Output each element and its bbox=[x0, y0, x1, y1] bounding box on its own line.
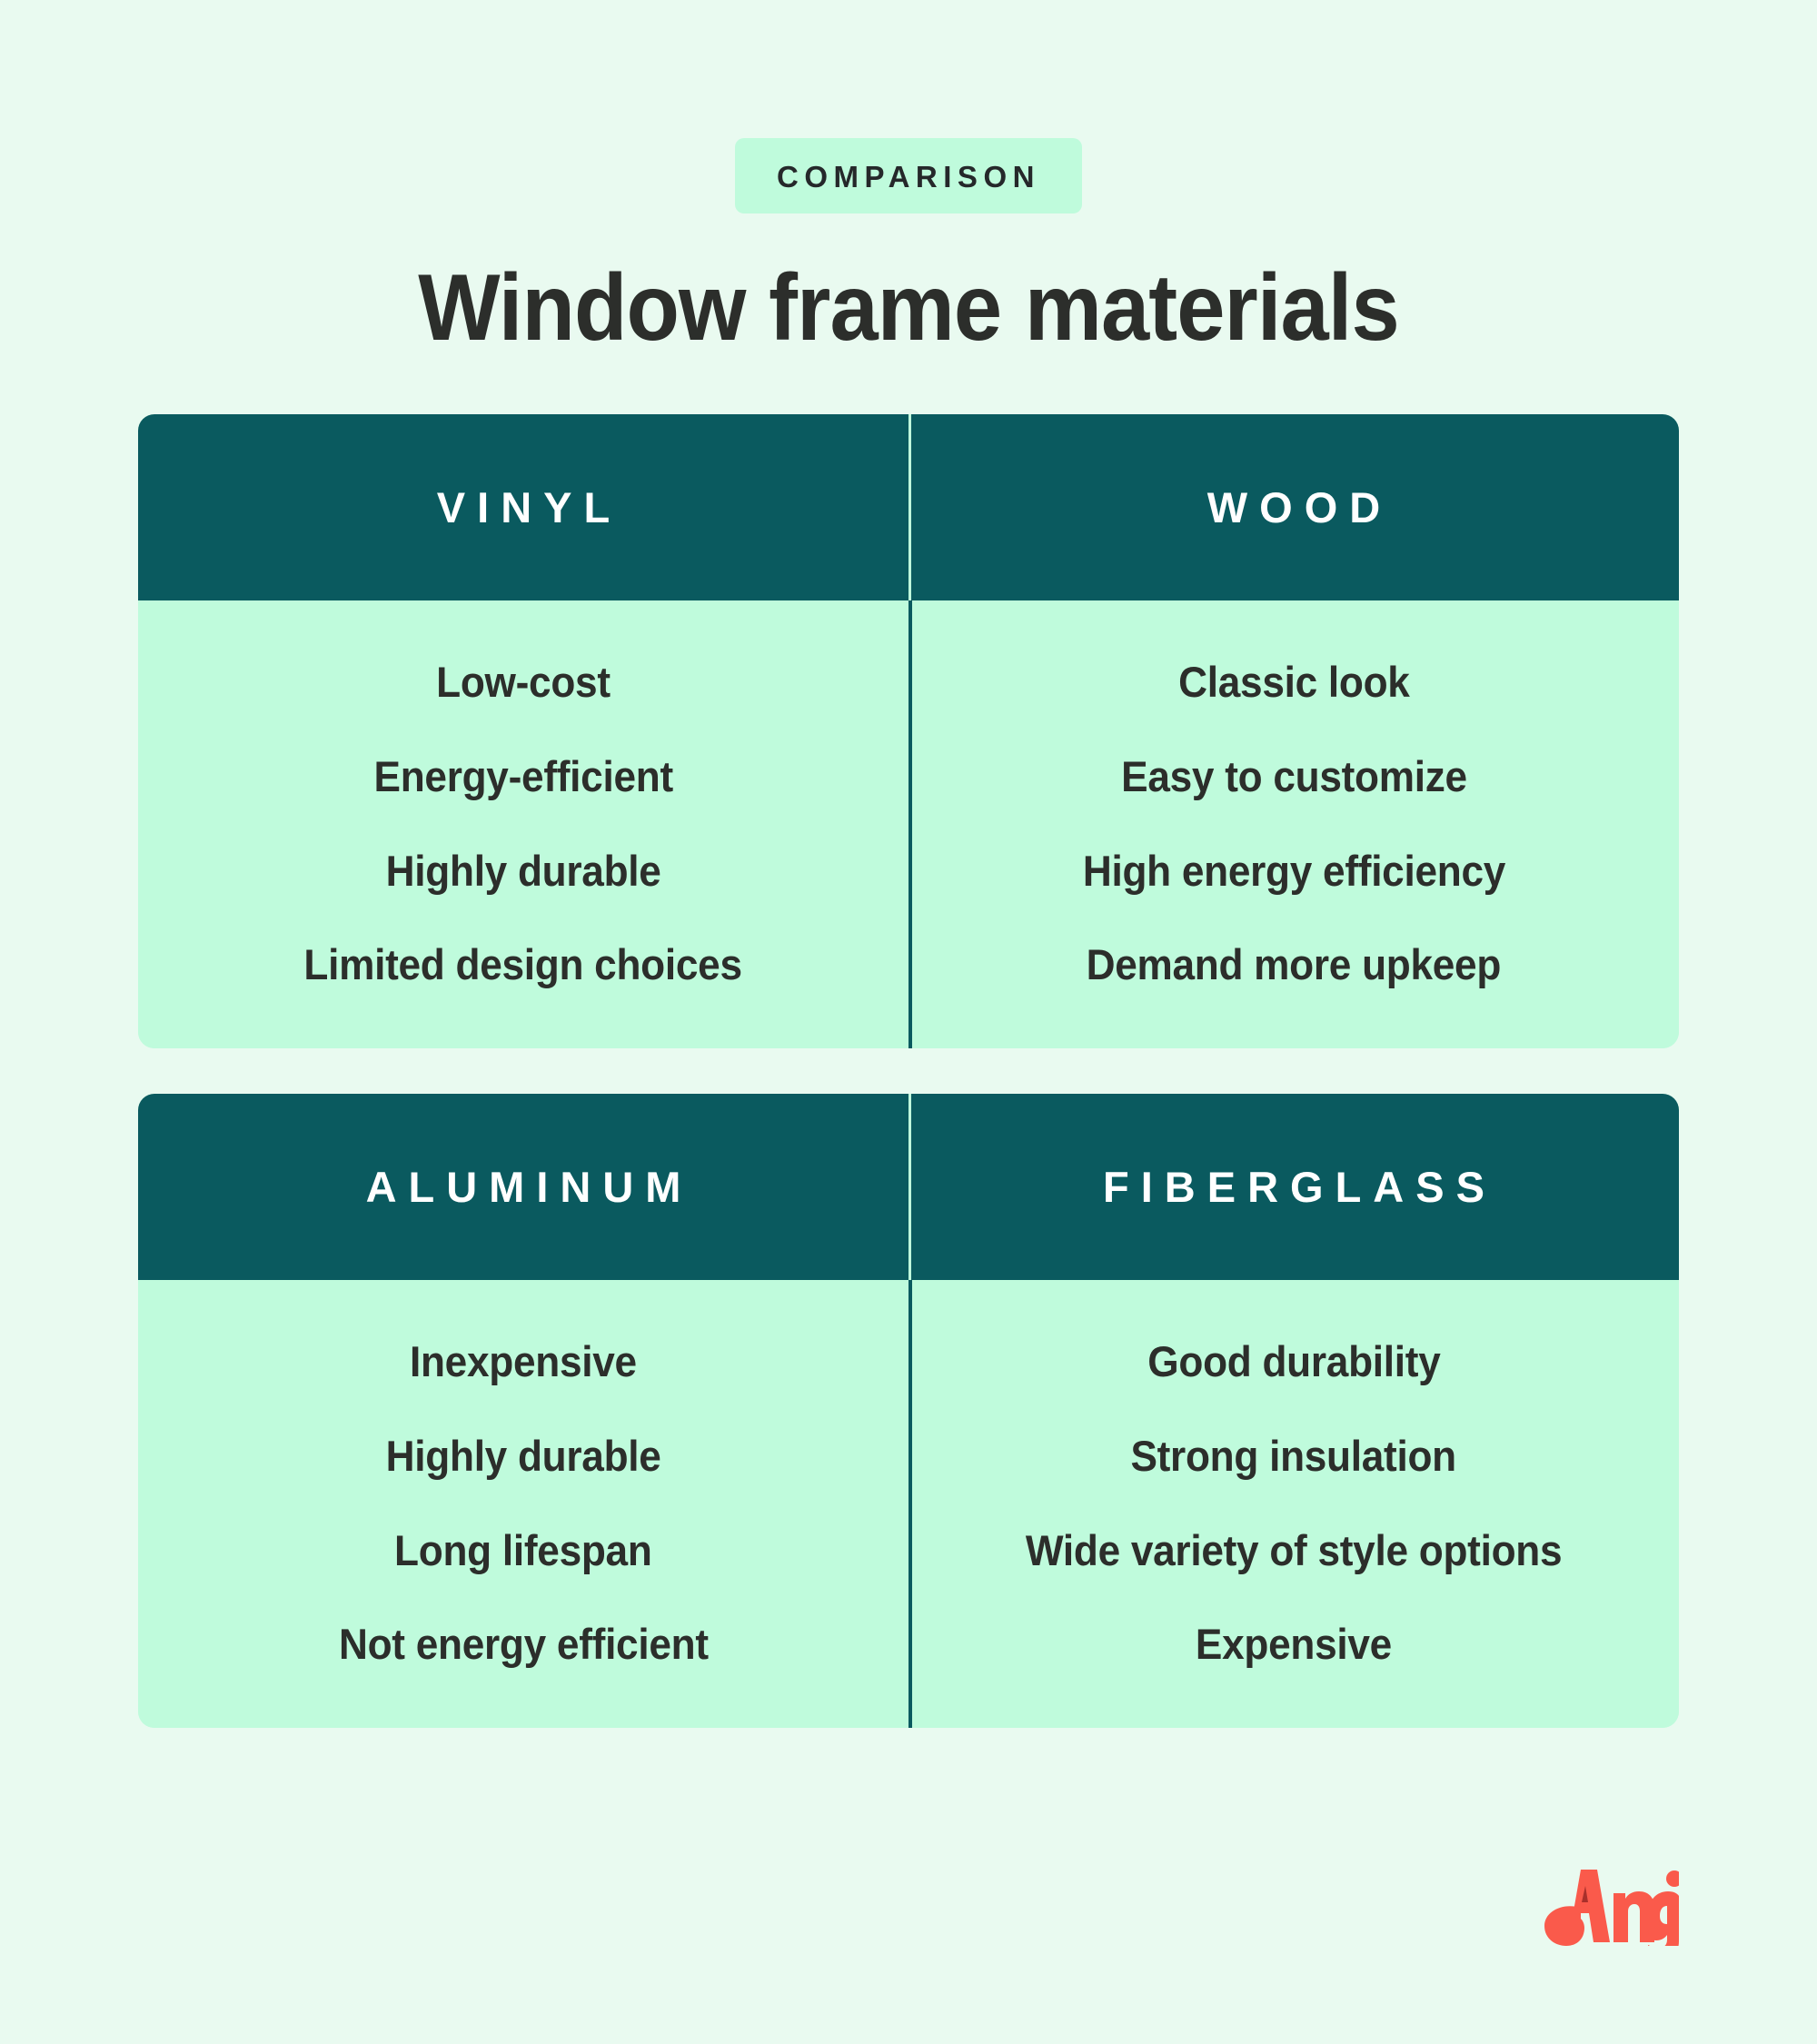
feature-item: Easy to customize bbox=[1120, 752, 1467, 800]
feature-item: Wide variety of style options bbox=[1025, 1525, 1563, 1574]
header-section: COMPARISON Window frame materials bbox=[0, 0, 1817, 358]
comparison-badge: COMPARISON bbox=[735, 138, 1082, 213]
feature-item: Good durability bbox=[1147, 1337, 1441, 1386]
feature-item: Highly durable bbox=[385, 1432, 661, 1480]
card-body-row: Low-cost Energy-efficient Highly durable… bbox=[138, 600, 1679, 1049]
feature-item: High energy efficiency bbox=[1082, 846, 1505, 895]
feature-item: Inexpensive bbox=[410, 1337, 637, 1386]
comparison-card: VINYL WOOD Low-cost Energy-efficient Hig… bbox=[138, 414, 1679, 1049]
angi-logo bbox=[1541, 1866, 1679, 1946]
column-features-wood: Classic look Easy to customize High ener… bbox=[908, 600, 1679, 1049]
column-title: FIBERGLASS bbox=[1103, 1163, 1496, 1212]
feature-item: Not energy efficient bbox=[338, 1620, 709, 1669]
card-header-row: VINYL WOOD bbox=[138, 414, 1679, 601]
infographic-page: COMPARISON Window frame materials VINYL … bbox=[0, 0, 1817, 2044]
column-header-aluminum: ALUMINUM bbox=[138, 1094, 908, 1280]
feature-item: Limited design choices bbox=[303, 940, 743, 989]
comparison-card: ALUMINUM FIBERGLASS Inexpensive Highly d… bbox=[138, 1094, 1679, 1729]
column-header-wood: WOOD bbox=[908, 414, 1679, 601]
column-title: WOOD bbox=[1206, 483, 1393, 532]
card-body-row: Inexpensive Highly durable Long lifespan… bbox=[138, 1280, 1679, 1729]
column-features-aluminum: Inexpensive Highly durable Long lifespan… bbox=[138, 1280, 908, 1728]
comparison-cards: VINYL WOOD Low-cost Energy-efficient Hig… bbox=[138, 358, 1679, 1729]
feature-item: Low-cost bbox=[436, 658, 611, 707]
feature-item: Long lifespan bbox=[394, 1525, 652, 1574]
column-features-fiberglass: Good durability Strong insulation Wide v… bbox=[908, 1280, 1679, 1729]
feature-item: Energy-efficient bbox=[373, 752, 673, 800]
feature-item: Expensive bbox=[1195, 1620, 1393, 1669]
page-title: Window frame materials bbox=[418, 255, 1399, 361]
feature-item: Highly durable bbox=[385, 846, 661, 895]
column-title: VINYL bbox=[436, 483, 622, 532]
feature-item: Strong insulation bbox=[1130, 1432, 1457, 1480]
column-title: ALUMINUM bbox=[365, 1163, 693, 1212]
column-header-fiberglass: FIBERGLASS bbox=[908, 1094, 1679, 1281]
angi-logo-icon bbox=[1544, 1870, 1679, 1946]
column-features-vinyl: Low-cost Energy-efficient Highly durable… bbox=[138, 600, 908, 1048]
feature-item: Demand more upkeep bbox=[1086, 940, 1502, 989]
feature-item: Classic look bbox=[1177, 658, 1410, 707]
column-header-vinyl: VINYL bbox=[138, 414, 908, 600]
card-header-row: ALUMINUM FIBERGLASS bbox=[138, 1094, 1679, 1281]
